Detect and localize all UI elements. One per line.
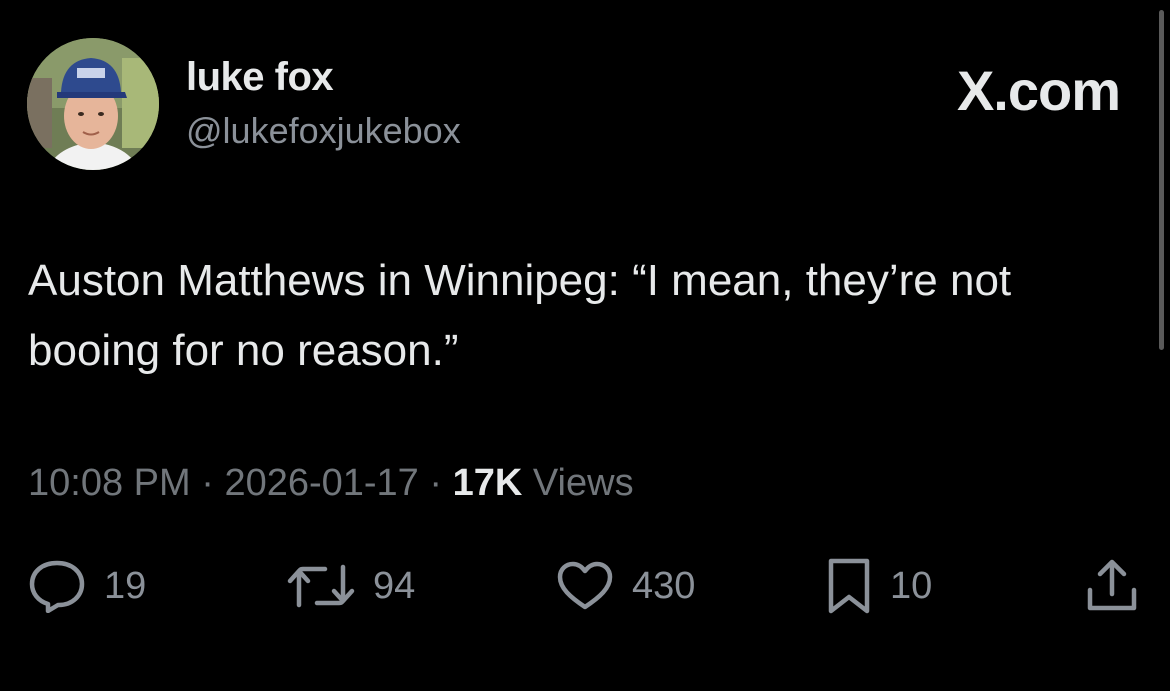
like-button[interactable]: 430 <box>556 556 695 616</box>
repost-button[interactable]: 94 <box>287 556 415 616</box>
tweet-screenshot: luke fox @lukefoxjukebox X.com Auston Ma… <box>0 0 1170 691</box>
bookmark-button[interactable]: 10 <box>826 556 932 616</box>
reply-button[interactable]: 19 <box>28 556 146 616</box>
tweet-text: Auston Matthews in Winnipeg: “I mean, th… <box>28 256 1012 375</box>
meta-separator: · <box>190 462 225 504</box>
views-count[interactable]: 17K <box>453 462 523 504</box>
heart-icon <box>557 561 613 610</box>
avatar[interactable] <box>27 38 159 170</box>
share-button[interactable] <box>1085 556 1139 616</box>
bookmark-icon <box>828 558 870 614</box>
avatar-photo <box>27 38 159 170</box>
like-count: 430 <box>632 564 696 607</box>
reply-count: 19 <box>104 564 147 607</box>
author-handle[interactable]: @lukefoxjukebox <box>186 110 461 152</box>
author-name[interactable]: luke fox <box>186 55 334 100</box>
tweet-date[interactable]: 2026-01-17 <box>224 462 418 504</box>
meta-separator: · <box>418 462 453 504</box>
tweet-meta: 10:08 PM · 2026-01-17 · 17K Views <box>28 462 634 505</box>
repost-count: 94 <box>373 564 416 607</box>
brand-logo: X.com <box>956 59 1121 122</box>
speech-bubble-icon <box>29 560 85 613</box>
bookmark-count: 10 <box>890 564 933 607</box>
tweet-time[interactable]: 10:08 PM <box>28 462 191 504</box>
share-icon <box>1087 559 1137 611</box>
views-label: Views <box>522 462 634 504</box>
action-bar: 19 94 430 10 <box>0 556 1170 616</box>
scrollbar[interactable] <box>1159 10 1164 350</box>
repost-arrows-icon <box>287 564 355 608</box>
